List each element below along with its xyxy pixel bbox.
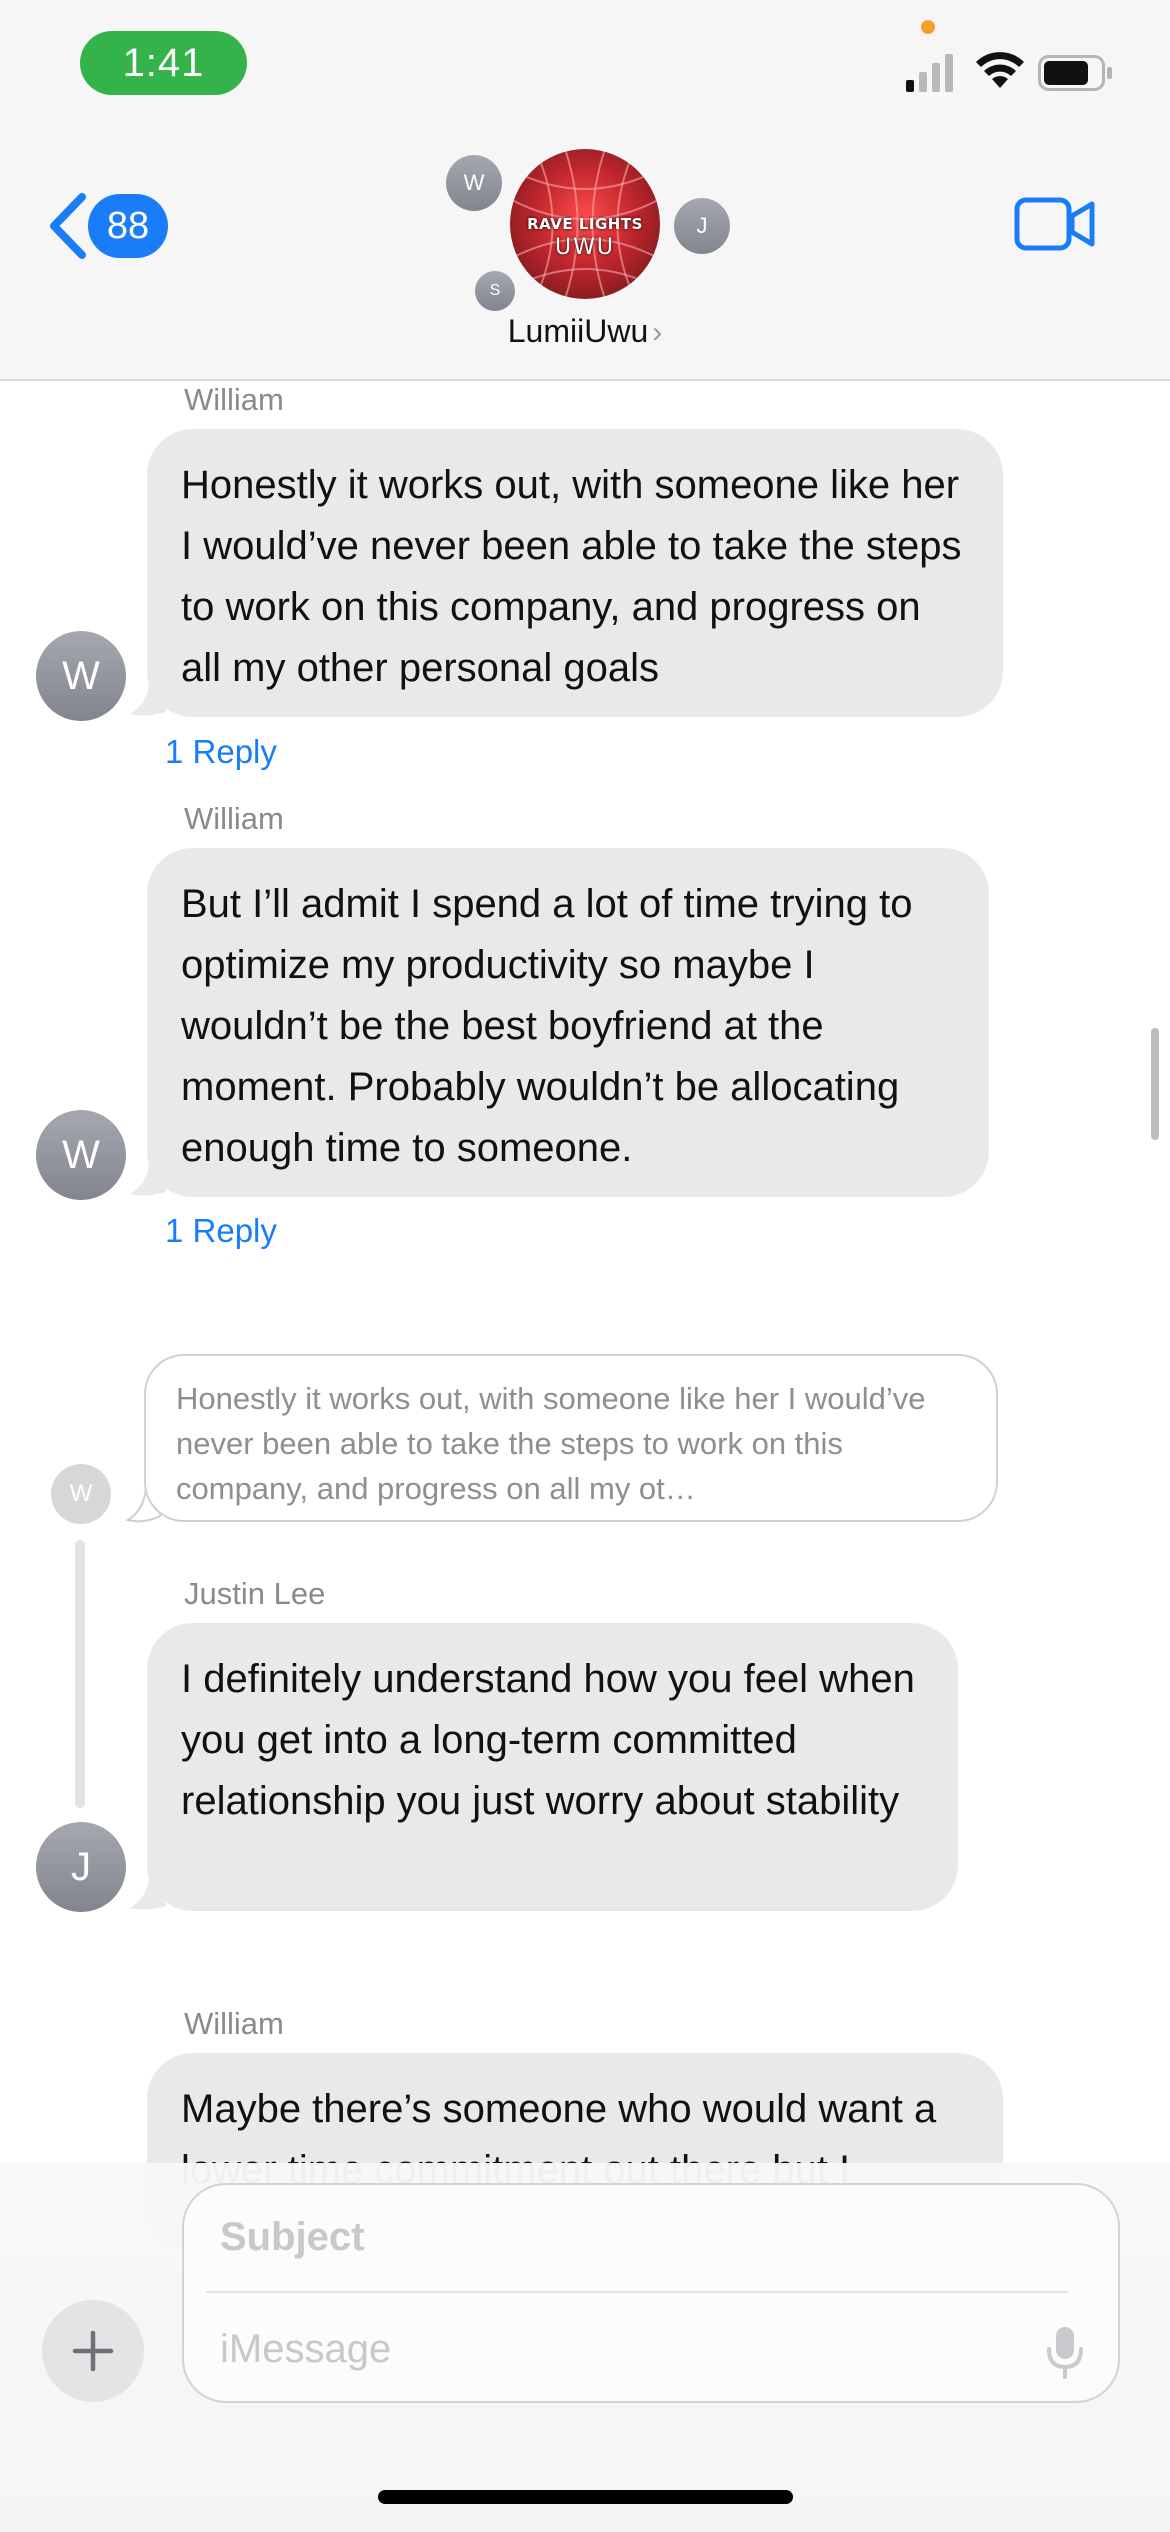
sender-avatar[interactable]: W xyxy=(36,1110,126,1200)
plus-button[interactable] xyxy=(42,2300,144,2402)
group-avatar[interactable]: RAVE LIGHTS UWU xyxy=(510,149,660,299)
sender-name: William xyxy=(184,2006,284,2041)
group-name: LumiiUwu xyxy=(507,313,649,349)
scroll-indicator[interactable] xyxy=(1151,1028,1159,1140)
group-avatar-text-top: RAVE LIGHTS xyxy=(527,215,643,233)
video-camera-icon[interactable] xyxy=(1014,196,1096,252)
thread-connector-line xyxy=(75,1540,85,1808)
conversation-header: 1:41 88 W RAVE LIGHTS UWU J S LumiiUwu › xyxy=(0,0,1170,381)
message-bubble[interactable]: But I’ll admit I spend a lot of time try… xyxy=(147,848,989,1197)
cellular-signal-icon xyxy=(906,54,953,92)
plus-icon xyxy=(72,2330,114,2372)
quoted-message-preview[interactable]: Honestly it works out, with someone like… xyxy=(144,1354,998,1522)
battery-icon xyxy=(1038,55,1112,91)
input-divider xyxy=(206,2291,1068,2293)
chevron-right-icon: › xyxy=(652,316,663,349)
chevron-left-icon xyxy=(50,193,86,259)
message-bubble[interactable]: I definitely understand how you feel whe… xyxy=(147,1623,958,1911)
back-button[interactable]: 88 xyxy=(44,186,168,266)
quoted-sender-avatar: W xyxy=(51,1464,111,1524)
imessage-field[interactable]: iMessage xyxy=(220,2327,391,2372)
sender-avatar[interactable]: J xyxy=(36,1822,126,1912)
sender-name: William xyxy=(184,801,284,836)
privacy-indicator-dot xyxy=(921,20,935,34)
subject-field[interactable]: Subject xyxy=(220,2215,364,2260)
participant-avatar-s: S xyxy=(475,271,515,311)
reply-count-link[interactable]: 1 Reply xyxy=(165,1212,277,1250)
unread-count-badge: 88 xyxy=(88,194,168,258)
sender-name: Justin Lee xyxy=(184,1576,326,1611)
message-input-box[interactable]: Subject iMessage xyxy=(182,2183,1120,2403)
group-name-button[interactable]: LumiiUwu › xyxy=(0,313,1170,350)
participant-avatar-j: J xyxy=(674,198,730,254)
home-indicator[interactable] xyxy=(378,2490,793,2504)
sender-name: William xyxy=(184,382,284,417)
microphone-icon[interactable] xyxy=(1046,2325,1084,2381)
message-bubble[interactable]: Honestly it works out, with someone like… xyxy=(147,429,1003,717)
participant-avatar-w: W xyxy=(446,155,502,211)
wifi-icon xyxy=(976,52,1024,88)
status-time: 1:41 xyxy=(80,31,247,95)
group-avatar-text-bottom: UWU xyxy=(555,235,615,260)
reply-count-link[interactable]: 1 Reply xyxy=(165,733,277,771)
sender-avatar[interactable]: W xyxy=(36,631,126,721)
